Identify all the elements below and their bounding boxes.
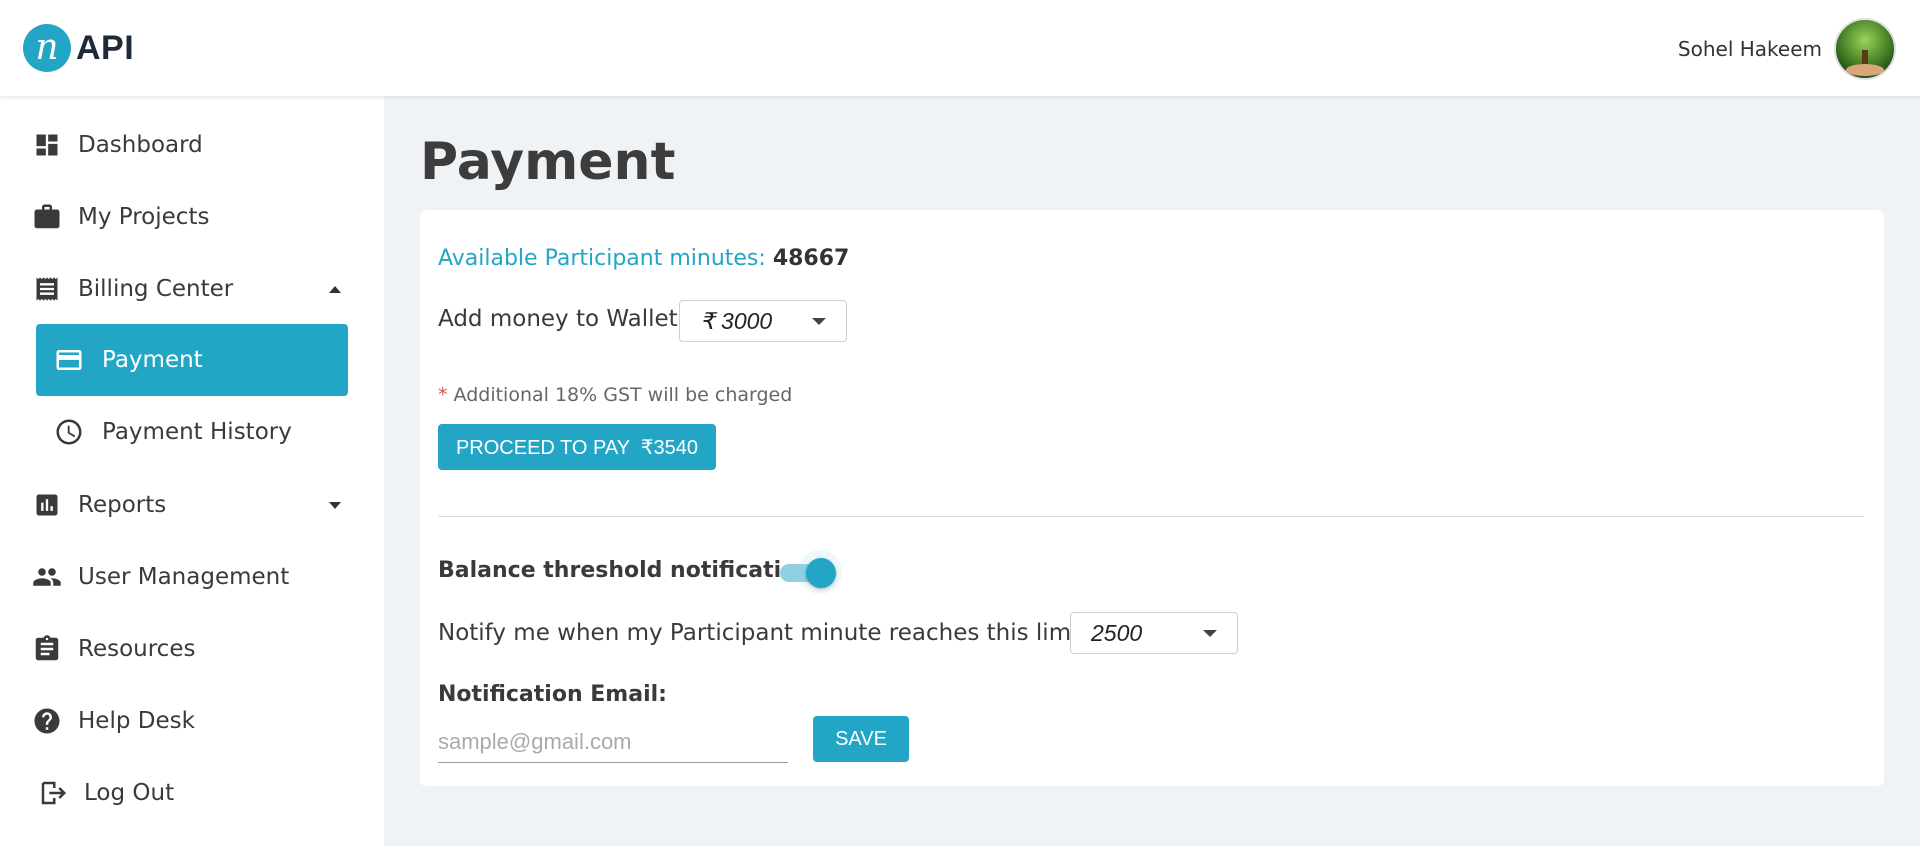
sidebar-item-label: User Management: [78, 564, 290, 590]
sidebar-item-label: Help Desk: [78, 708, 195, 734]
chevron-down-icon[interactable]: [329, 501, 341, 509]
notify-limit-label: Notify me when my Participant minute rea…: [438, 620, 1095, 646]
payment-card: Available Participant minutes: 48667 Add…: [420, 210, 1884, 786]
proceed-to-pay-button[interactable]: PROCEED TO PAY ₹3540: [438, 424, 716, 470]
sidebar-item-help-desk[interactable]: Help Desk: [0, 689, 384, 753]
sidebar-item-label: Billing Center: [78, 276, 234, 302]
credit-card-icon: [54, 345, 84, 375]
balance-threshold-toggle[interactable]: [780, 550, 842, 594]
save-button[interactable]: SAVE: [813, 716, 909, 762]
wallet-label: Add money to Wallet:: [438, 306, 686, 332]
notification-email-input[interactable]: [438, 722, 788, 763]
sidebar-item-label: Log Out: [84, 780, 175, 806]
sidebar-item-label: Payment History: [102, 419, 292, 445]
sidebar: Dashboard My Projects Billing Center Pay…: [0, 96, 384, 846]
sidebar-item-payment-history[interactable]: Payment History: [36, 396, 348, 468]
sidebar-item-resources[interactable]: Resources: [0, 617, 384, 681]
chevron-up-icon[interactable]: [329, 285, 341, 293]
wallet-amount-select[interactable]: ₹ 3000: [679, 300, 847, 342]
balance-threshold-label: Balance threshold notification: [438, 558, 812, 583]
available-minutes-value: 48667: [772, 246, 850, 271]
briefcase-icon: [32, 202, 62, 232]
dropdown-arrow-icon: [812, 318, 826, 325]
sidebar-item-user-management[interactable]: User Management: [0, 545, 384, 609]
gst-note: * Additional 18% GST will be charged: [438, 384, 792, 406]
sidebar-item-label: My Projects: [78, 204, 210, 230]
notify-limit-value: 2500: [1091, 619, 1143, 646]
help-icon: [32, 706, 62, 736]
sidebar-item-my-projects[interactable]: My Projects: [0, 185, 384, 249]
sidebar-item-payment[interactable]: Payment: [36, 324, 348, 396]
available-minutes-label: Available Participant minutes:: [438, 246, 766, 271]
logout-icon: [38, 778, 68, 808]
wallet-amount-value: ₹ 3000: [700, 307, 773, 334]
top-bar: n API Sohel Hakeem: [0, 0, 1920, 96]
sidebar-item-dashboard[interactable]: Dashboard: [0, 113, 384, 177]
required-star: *: [438, 384, 448, 406]
gst-note-text: Additional 18% GST will be charged: [453, 384, 793, 406]
sidebar-item-label: Payment: [102, 347, 203, 373]
page-title: Payment: [420, 132, 676, 192]
sidebar-item-log-out[interactable]: Log Out: [0, 761, 384, 825]
sidebar-item-label: Resources: [78, 636, 196, 662]
sidebar-item-reports[interactable]: Reports: [0, 473, 384, 537]
user-menu[interactable]: Sohel Hakeem: [1678, 18, 1896, 80]
receipt-icon: [32, 274, 62, 304]
app-logo[interactable]: n API: [23, 24, 134, 72]
sidebar-item-billing-center[interactable]: Billing Center: [0, 257, 384, 321]
clipboard-icon: [32, 634, 62, 664]
logo-mark: n: [23, 24, 71, 72]
bar-chart-icon: [32, 490, 62, 520]
notification-email-label: Notification Email:: [438, 682, 667, 707]
divider: [438, 516, 1864, 517]
notify-limit-select[interactable]: 2500: [1070, 612, 1238, 654]
clock-icon: [54, 417, 84, 447]
avatar[interactable]: [1834, 18, 1896, 80]
dropdown-arrow-icon: [1203, 630, 1217, 637]
sidebar-item-label: Dashboard: [78, 132, 203, 158]
available-minutes: Available Participant minutes: 48667: [438, 246, 849, 271]
sidebar-item-label: Reports: [78, 492, 167, 518]
user-name: Sohel Hakeem: [1677, 37, 1822, 61]
dashboard-icon: [32, 130, 62, 160]
people-icon: [32, 562, 62, 592]
logo-text: API: [76, 28, 135, 67]
